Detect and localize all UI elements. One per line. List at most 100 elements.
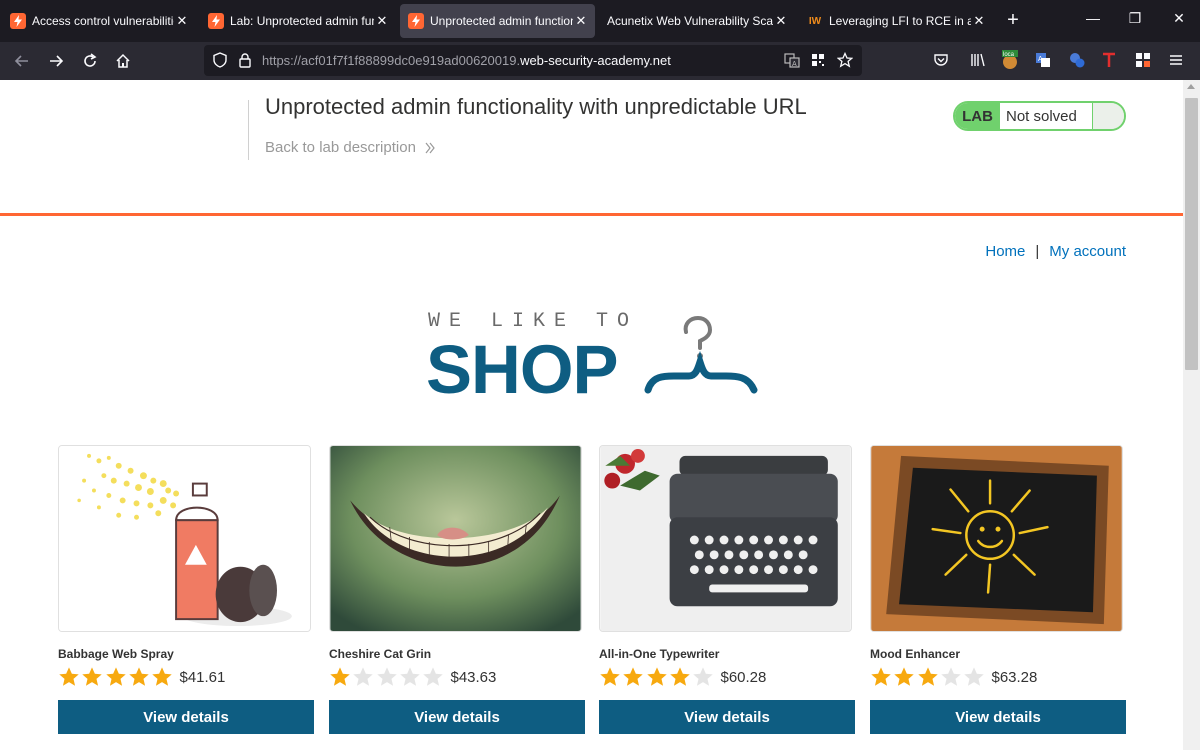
star-filled-icon xyxy=(646,667,667,686)
tab-acunetix[interactable]: Acunetix Web Vulnerability Scann ✕ xyxy=(599,4,795,38)
star-empty-icon xyxy=(376,667,397,686)
product-price: $43.63 xyxy=(450,668,497,686)
back-to-lab-link[interactable]: Back to lab description xyxy=(265,139,436,156)
product-card: Cheshire Cat Grin $43.63 View details xyxy=(329,445,585,734)
menu-icon[interactable] xyxy=(1166,50,1186,70)
close-tab-icon[interactable]: ✕ xyxy=(573,13,589,29)
logo-shop-word: SHOP xyxy=(426,331,619,408)
rating-stars xyxy=(58,666,174,688)
star-filled-icon xyxy=(105,667,126,686)
star-filled-icon xyxy=(59,667,79,686)
product-name: All-in-One Typewriter xyxy=(599,647,720,661)
lock-icon[interactable] xyxy=(237,52,253,68)
product-rating: $63.28 xyxy=(870,666,1126,688)
view-details-button[interactable]: View details xyxy=(870,700,1126,734)
close-tab-icon[interactable]: ✕ xyxy=(374,13,390,29)
extension-local-icon[interactable]: loca xyxy=(1000,50,1020,70)
product-image-cheshire-grin[interactable] xyxy=(329,445,582,632)
product-rating: $41.61 xyxy=(58,666,314,688)
star-filled-icon xyxy=(600,667,620,686)
product-name: Cheshire Cat Grin xyxy=(329,647,432,661)
translate-secondary-icon[interactable] xyxy=(1067,50,1087,70)
product-price: $60.28 xyxy=(720,668,767,686)
new-tab-button[interactable]: + xyxy=(1002,10,1024,32)
lab-header: Unprotected admin functionality with unp… xyxy=(0,80,1183,216)
star-filled-icon xyxy=(871,667,891,686)
view-details-button[interactable]: View details xyxy=(599,700,855,734)
double-chevron-right-icon xyxy=(425,142,435,153)
address-bar[interactable]: https://acf01f7f1f88899dc0e919ad00620019… xyxy=(204,45,862,76)
product-price: $63.28 xyxy=(991,668,1038,686)
home-icon[interactable] xyxy=(112,50,134,72)
close-tab-icon[interactable]: ✕ xyxy=(773,13,789,29)
svg-text:loca: loca xyxy=(1003,52,1015,58)
back-icon[interactable] xyxy=(11,50,33,72)
tab-lfi-rce[interactable]: IW Leveraging LFI to RCE in a we ✕ xyxy=(799,4,993,38)
rating-stars xyxy=(870,666,986,688)
my-account-link[interactable]: My account xyxy=(1049,243,1126,260)
tab-access-control[interactable]: Access control vulnerabilities ✕ xyxy=(2,4,196,38)
view-details-button[interactable]: View details xyxy=(58,700,314,734)
forward-icon[interactable] xyxy=(45,50,67,72)
star-empty-icon xyxy=(964,667,984,686)
star-filled-icon xyxy=(623,667,644,686)
product-image-mood-enhancer[interactable] xyxy=(870,445,1123,632)
star-empty-icon xyxy=(353,667,374,686)
product-image-spray[interactable] xyxy=(58,445,311,632)
product-image-typewriter[interactable] xyxy=(599,445,852,632)
qr-code-icon[interactable] xyxy=(810,52,826,68)
star-filled-icon xyxy=(82,667,103,686)
product-rating: $60.28 xyxy=(599,666,855,688)
star-empty-icon xyxy=(941,667,961,686)
portswigger-icon xyxy=(208,13,224,29)
minimize-icon[interactable]: — xyxy=(1081,10,1105,32)
bookmark-star-icon[interactable] xyxy=(837,52,853,68)
scroll-up-icon[interactable] xyxy=(1187,84,1195,89)
close-window-icon[interactable]: ✕ xyxy=(1167,10,1191,32)
product-price: $41.61 xyxy=(179,668,226,686)
product-card: Babbage Web Spray $41.61 View details xyxy=(58,445,314,734)
product-card: Mood Enhancer $63.28 View details xyxy=(870,445,1126,734)
rating-stars xyxy=(599,666,715,688)
home-link[interactable]: Home xyxy=(985,243,1025,260)
header-divider xyxy=(248,100,249,160)
status-icon xyxy=(1092,103,1124,129)
star-filled-icon xyxy=(129,667,149,686)
lab-status-widget: LAB Not solved xyxy=(953,101,1126,131)
close-tab-icon[interactable]: ✕ xyxy=(971,13,987,29)
page-content: Unprotected admin functionality with unp… xyxy=(0,80,1183,750)
tab-lab-description[interactable]: Lab: Unprotected admin functi ✕ xyxy=(200,4,396,38)
lab-badge: LAB xyxy=(955,103,1000,129)
star-filled-icon xyxy=(330,667,350,686)
containers-icon[interactable] xyxy=(1133,50,1153,70)
star-filled-icon xyxy=(670,667,690,686)
back-link-label: Back to lab description xyxy=(265,139,416,156)
url-text[interactable]: https://acf01f7f1f88899dc0e919ad00620019… xyxy=(262,53,671,68)
nav-separator: | xyxy=(1035,243,1040,260)
shield-icon[interactable] xyxy=(212,52,228,68)
portswigger-icon xyxy=(408,13,424,29)
view-details-button[interactable]: View details xyxy=(329,700,585,734)
product-name: Babbage Web Spray xyxy=(58,647,174,661)
t-extension-icon[interactable] xyxy=(1099,50,1119,70)
star-empty-icon xyxy=(400,667,420,686)
tab-bar: Access control vulnerabilities ✕ Lab: Un… xyxy=(0,0,1200,42)
restore-icon[interactable]: ❐ xyxy=(1123,10,1147,32)
library-icon[interactable] xyxy=(968,50,988,70)
reload-icon[interactable] xyxy=(79,50,101,72)
star-empty-icon xyxy=(423,667,443,686)
shop-logo: WE LIKE TO SHOP xyxy=(426,310,761,408)
lab-title: Unprotected admin functionality with unp… xyxy=(265,94,807,119)
close-tab-icon[interactable]: ✕ xyxy=(174,13,190,29)
tab-active-lab[interactable]: Unprotected admin functiona ✕ xyxy=(400,4,595,38)
iw-icon: IW xyxy=(808,15,822,27)
portswigger-icon xyxy=(10,13,26,29)
translate-extension-icon[interactable]: A xyxy=(1033,50,1053,70)
product-card: All-in-One Typewriter $60.28 View detail… xyxy=(599,445,855,734)
star-filled-icon xyxy=(152,667,172,686)
translate-icon[interactable]: A xyxy=(784,52,800,68)
vertical-scrollbar[interactable] xyxy=(1183,80,1200,750)
svg-text:A: A xyxy=(1038,56,1043,63)
pocket-icon[interactable] xyxy=(931,50,951,70)
scrollbar-thumb[interactable] xyxy=(1185,98,1198,370)
